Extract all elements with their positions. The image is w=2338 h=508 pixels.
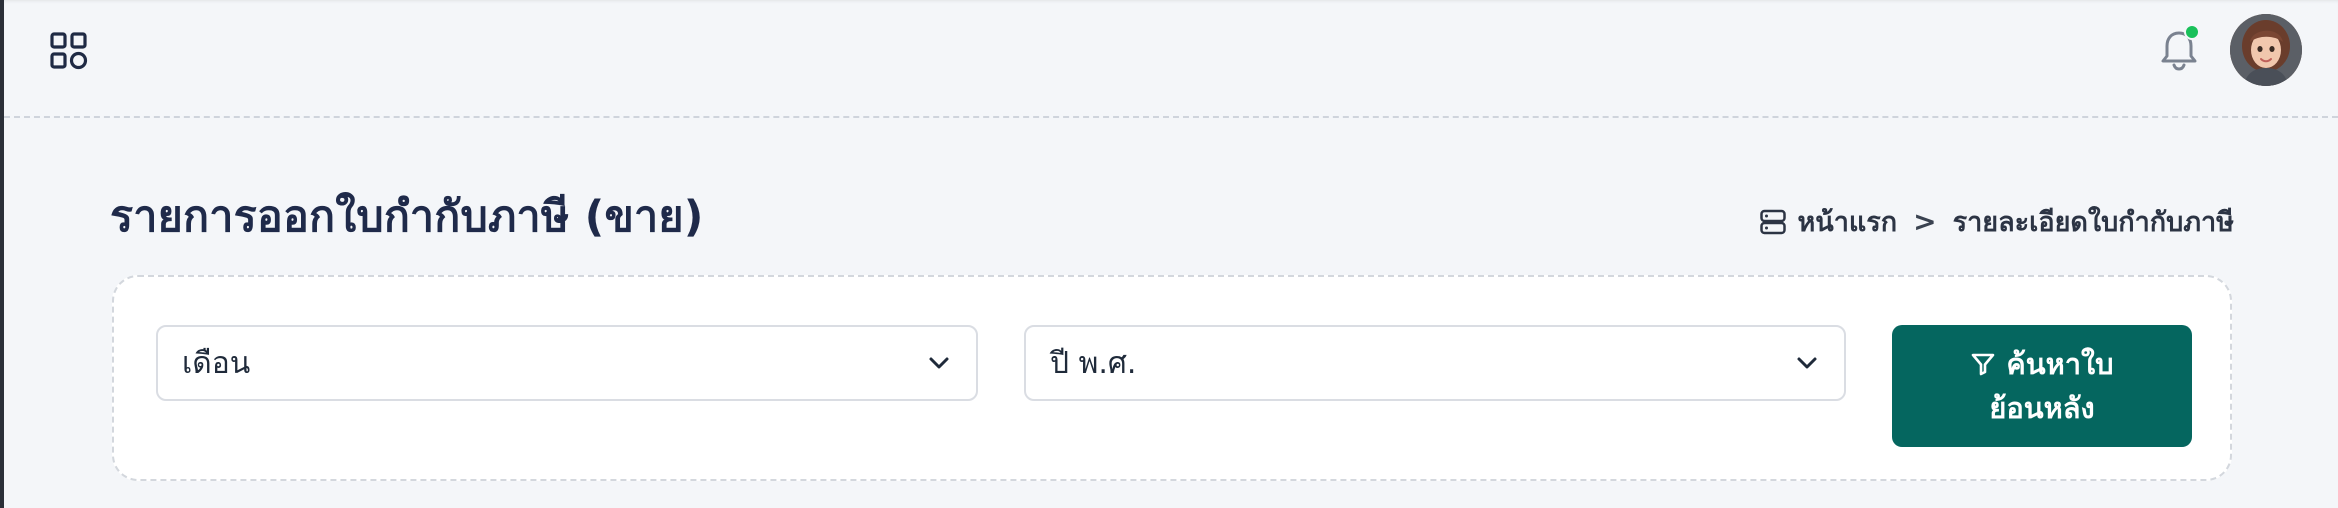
chevron-down-icon xyxy=(1797,357,1817,369)
user-avatar[interactable] xyxy=(2230,14,2302,86)
filter-icon xyxy=(1972,353,1995,376)
search-history-button[interactable]: ค้นหาใบ ย้อนหลัง xyxy=(1892,325,2192,447)
notification-dot xyxy=(2184,24,2200,40)
menu-button[interactable] xyxy=(46,28,92,74)
month-select-label: เดือน xyxy=(182,345,251,381)
search-button-label-line2: ย้อนหลัง xyxy=(1989,391,2095,425)
filter-card: เดือน ปี พ.ศ. ค้นหาใบ ย้อนหลัง xyxy=(112,275,2232,481)
year-select-label: ปี พ.ศ. xyxy=(1050,345,1137,381)
breadcrumb: หน้าแรก > รายละเอียดใบกำกับภาษี xyxy=(1759,200,2234,243)
chevron-down-icon xyxy=(929,357,949,369)
breadcrumb-current: รายละเอียดใบกำกับภาษี xyxy=(1952,207,2234,238)
avatar-image xyxy=(2230,14,2302,86)
top-bar xyxy=(4,0,2338,118)
notification-button[interactable] xyxy=(2154,24,2204,76)
server-icon xyxy=(1760,209,1787,234)
breadcrumb-separator: > xyxy=(1913,205,1937,238)
year-select[interactable]: ปี พ.ศ. xyxy=(1024,325,1846,401)
breadcrumb-home-link[interactable]: หน้าแรก xyxy=(1797,200,1897,243)
grid-icon xyxy=(50,32,88,70)
search-button-label-line1: ค้นหาใบ xyxy=(2006,347,2114,381)
month-select[interactable]: เดือน xyxy=(156,325,978,401)
page-title: รายการออกใบกำกับภาษี (ขาย) xyxy=(110,192,704,242)
